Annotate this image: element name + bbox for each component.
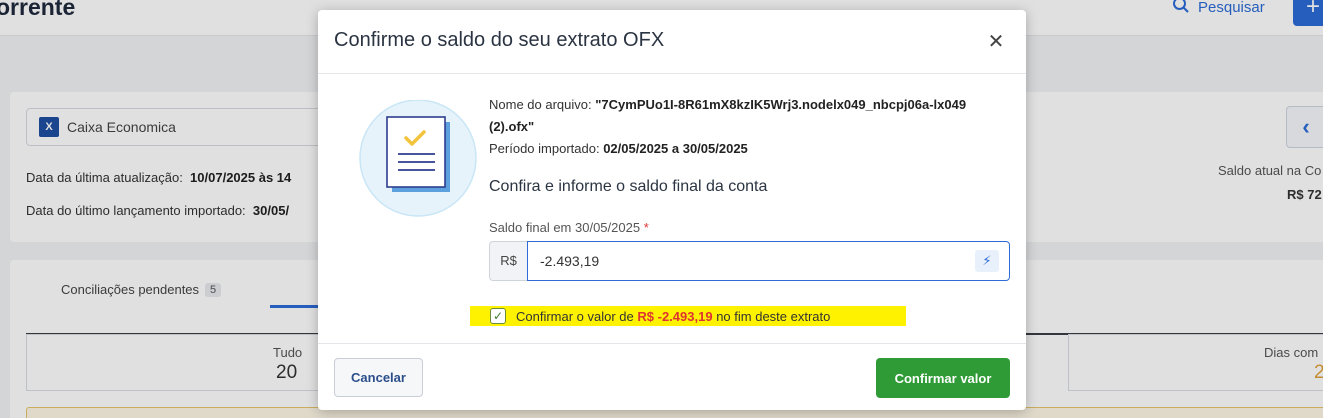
- file-name-label: Nome do arquivo:: [489, 97, 592, 112]
- final-balance-label: Saldo final em 30/05/2025 *: [489, 220, 649, 235]
- confirm-amount: R$ -2.493,19: [637, 308, 713, 324]
- close-icon[interactable]: ✕: [984, 30, 1008, 54]
- lightning-icon[interactable]: ⚡: [975, 250, 999, 272]
- currency-prefix: R$: [489, 241, 527, 281]
- modal-header: Confirme o saldo do seu extrato OFX ✕: [318, 10, 1026, 74]
- file-name-line: Nome do arquivo: "7CymPUo1I-8R61mX8kzIK5…: [489, 94, 1009, 138]
- period-label: Período importado:: [489, 141, 600, 156]
- document-check-icon: [359, 100, 477, 217]
- file-info: Nome do arquivo: "7CymPUo1I-8R61mX8kzIK5…: [489, 94, 1009, 160]
- final-balance-input[interactable]: [540, 242, 970, 280]
- section-title: Confira e informe o saldo final da conta: [489, 178, 768, 195]
- required-mark: *: [643, 220, 649, 235]
- modal-footer: Cancelar Confirmar valor: [318, 343, 1026, 410]
- cancel-button[interactable]: Cancelar: [334, 358, 423, 397]
- input-wrapper: ⚡: [527, 241, 1010, 281]
- period-line: Período importado: 02/05/2025 a 30/05/20…: [489, 138, 1009, 160]
- final-balance-field: R$ ⚡: [489, 241, 1010, 281]
- confirm-value-button[interactable]: Confirmar valor: [876, 358, 1010, 398]
- confirm-value-row[interactable]: ✓ Confirmar o valor de R$ -2.493,19 no f…: [470, 306, 906, 326]
- confirm-balance-modal: Confirme o saldo do seu extrato OFX ✕ No…: [318, 10, 1026, 410]
- confirm-text: Confirmar o valor de R$ -2.493,19 no fim…: [516, 308, 831, 324]
- period-value: 02/05/2025 a 30/05/2025: [603, 141, 748, 156]
- modal-title: Confirme o saldo do seu extrato OFX: [334, 29, 665, 51]
- confirm-checkbox[interactable]: ✓: [490, 308, 506, 324]
